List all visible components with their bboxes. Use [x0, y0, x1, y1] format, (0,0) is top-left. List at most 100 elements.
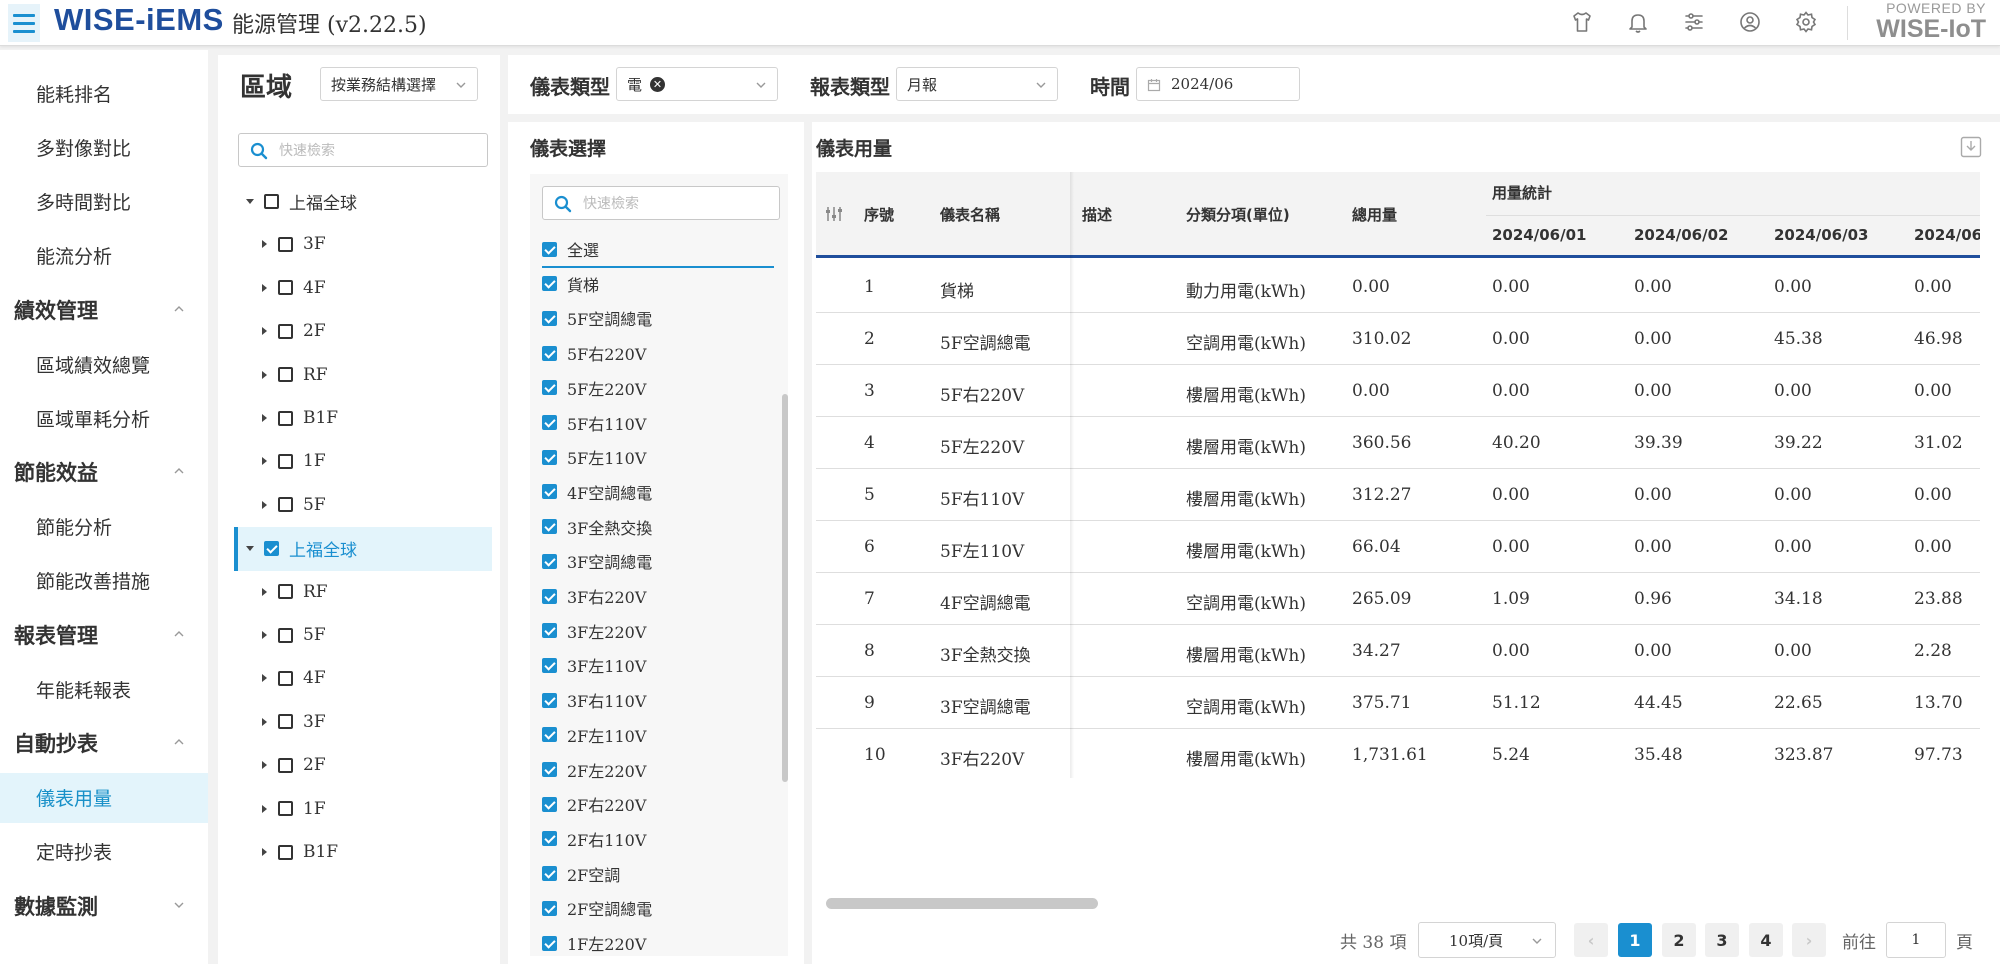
meter-checkbox-item[interactable]: 2F左220V: [542, 753, 646, 787]
meter-checkbox-item[interactable]: 2F空調: [542, 857, 620, 891]
tree-checkbox[interactable]: [278, 584, 293, 600]
caret-right-icon[interactable]: [258, 282, 270, 294]
menu-toggle-icon[interactable]: [8, 4, 40, 42]
nav-item[interactable]: 區域單耗分析: [0, 393, 208, 443]
gear-icon[interactable]: [1792, 8, 1820, 36]
page-button-3[interactable]: 3: [1705, 923, 1739, 957]
structure-select[interactable]: 按業務結構選擇: [320, 67, 478, 101]
nav-item[interactable]: 能流分析: [0, 231, 208, 281]
tree-checkbox[interactable]: [278, 714, 293, 730]
meter-checkbox-item[interactable]: 3F右220V: [542, 579, 646, 613]
tree-node[interactable]: 2F: [258, 311, 326, 351]
meter-checkbox[interactable]: [542, 553, 557, 569]
meter-checkbox[interactable]: [542, 519, 557, 535]
meter-checkbox[interactable]: [542, 727, 557, 743]
tree-checkbox[interactable]: [278, 670, 293, 686]
tree-node[interactable]: B1F: [258, 832, 338, 872]
shirt-icon[interactable]: [1568, 8, 1596, 36]
nav-group[interactable]: 報表管理: [0, 610, 208, 660]
nav-item[interactable]: 儀表用量: [0, 772, 208, 823]
table-row[interactable]: 1 貨梯 動力用電(kWh) 0.00 0.00 0.00 0.00 0.00: [816, 261, 1980, 313]
meter-checkbox-item[interactable]: 2F左110V: [542, 718, 646, 752]
meter-checkbox-item[interactable]: 3F空調總電: [542, 544, 652, 578]
meter-checkbox-item[interactable]: 3F全熱交換: [542, 510, 652, 544]
caret-right-icon[interactable]: [258, 455, 270, 467]
meter-checkbox-item[interactable]: 5F左220V: [542, 371, 646, 405]
nav-item[interactable]: 區域績效總覽: [0, 339, 208, 389]
meter-checkbox-item[interactable]: 1F左220V: [542, 926, 646, 956]
meter-checkbox-item[interactable]: 3F左110V: [542, 648, 646, 682]
tree-checkbox[interactable]: [278, 497, 293, 513]
meter-checkbox[interactable]: [542, 796, 557, 812]
tree-node[interactable]: 1F: [258, 789, 326, 829]
table-row[interactable]: 5 5F右110V 樓層用電(kWh) 312.27 0.00 0.00 0.00 0.00: [816, 469, 1980, 521]
sliders-icon[interactable]: [1680, 8, 1708, 36]
tree-checkbox[interactable]: [278, 757, 293, 773]
caret-right-icon[interactable]: [258, 672, 270, 684]
meter-checkbox-item[interactable]: 5F空調總電: [542, 301, 652, 335]
tree-checkbox[interactable]: [278, 844, 293, 860]
nav-group[interactable]: 數據監測: [0, 881, 208, 931]
table-row[interactable]: 2 5F空調總電 空調用電(kWh) 310.02 0.00 0.00 45.38 46.98: [816, 313, 1980, 365]
caret-right-icon[interactable]: [258, 586, 270, 598]
tree-checkbox[interactable]: [278, 236, 293, 252]
tree-node[interactable]: 上福全球: [244, 181, 357, 221]
caret-right-icon[interactable]: [258, 846, 270, 858]
tree-checkbox[interactable]: [278, 367, 293, 383]
meter-checkbox[interactable]: [542, 310, 557, 326]
meter-checkbox[interactable]: [542, 345, 557, 361]
meter-checkbox[interactable]: [542, 831, 557, 847]
tree-node[interactable]: RF: [258, 355, 328, 395]
chip-remove-icon[interactable]: ✕: [650, 76, 666, 92]
select-all-checkbox[interactable]: 全選: [542, 232, 599, 266]
meter-checkbox-item[interactable]: 4F空調總電: [542, 475, 652, 509]
nav-item[interactable]: 多對像對比: [0, 122, 208, 172]
page-button-2[interactable]: 2: [1662, 923, 1696, 957]
tree-node[interactable]: 3F: [258, 702, 326, 742]
caret-down-icon[interactable]: [244, 195, 256, 207]
table-row[interactable]: 9 3F空調總電 空調用電(kWh) 375.71 51.12 44.45 22.65 13.…: [816, 677, 1980, 729]
tree-node[interactable]: 5F: [258, 615, 326, 655]
meter-checkbox[interactable]: [542, 623, 557, 639]
nav-group[interactable]: 節能效益: [0, 447, 208, 497]
meter-checkbox[interactable]: [542, 241, 557, 257]
meter-checkbox-item[interactable]: 貨梯: [542, 267, 599, 301]
meter-checkbox[interactable]: [542, 484, 557, 500]
goto-page-input[interactable]: 1: [1886, 922, 1946, 958]
tree-checkbox[interactable]: [278, 801, 293, 817]
meter-checkbox-item[interactable]: 3F右110V: [542, 683, 646, 717]
nav-item[interactable]: 多時間對比: [0, 176, 208, 226]
tree-checkbox[interactable]: [278, 280, 293, 296]
tree-checkbox[interactable]: [264, 193, 279, 209]
tree-checkbox[interactable]: [278, 627, 293, 643]
table-row[interactable]: 10 3F右220V 樓層用電(kWh) 1,731.61 5.24 35.48 323.8…: [816, 729, 1980, 778]
caret-right-icon[interactable]: [258, 629, 270, 641]
meter-checkbox[interactable]: [542, 380, 557, 396]
meter-checkbox[interactable]: [542, 762, 557, 777]
download-icon[interactable]: [1960, 136, 1982, 158]
meter-type-select[interactable]: 電 ✕: [616, 67, 778, 101]
user-circle-icon[interactable]: [1736, 8, 1764, 36]
meter-checkbox[interactable]: [542, 588, 557, 604]
page-button-1[interactable]: 1: [1618, 923, 1652, 957]
caret-right-icon[interactable]: [258, 238, 270, 250]
meter-checkbox-item[interactable]: 2F空調總電: [542, 891, 652, 925]
tree-node[interactable]: 上福全球: [244, 528, 357, 568]
meter-checkbox-item[interactable]: 2F右220V: [542, 787, 646, 821]
caret-right-icon[interactable]: [258, 499, 270, 511]
meter-checkbox-item[interactable]: 5F左110V: [542, 440, 646, 474]
nav-group[interactable]: 自動抄表: [0, 718, 208, 768]
tree-node[interactable]: 1F: [258, 441, 326, 481]
table-row[interactable]: 4 5F左220V 樓層用電(kWh) 360.56 40.20 39.39 39.22 31…: [816, 417, 1980, 469]
meter-checkbox[interactable]: [542, 415, 557, 430]
meter-checkbox-item[interactable]: 5F右220V: [542, 336, 646, 370]
table-row[interactable]: 6 5F左110V 樓層用電(kWh) 66.04 0.00 0.00 0.00 0.00: [816, 521, 1980, 573]
meter-checkbox[interactable]: [542, 449, 557, 465]
table-row[interactable]: 8 3F全熱交換 樓層用電(kWh) 34.27 0.00 0.00 0.00 2.28: [816, 625, 1980, 677]
meter-checkbox[interactable]: [542, 900, 557, 916]
column-settings-icon[interactable]: [824, 204, 844, 224]
meter-list-scrollbar[interactable]: [782, 394, 788, 782]
caret-right-icon[interactable]: [258, 803, 270, 815]
caret-right-icon[interactable]: [258, 759, 270, 771]
region-search-input[interactable]: 快速檢索: [238, 133, 488, 167]
